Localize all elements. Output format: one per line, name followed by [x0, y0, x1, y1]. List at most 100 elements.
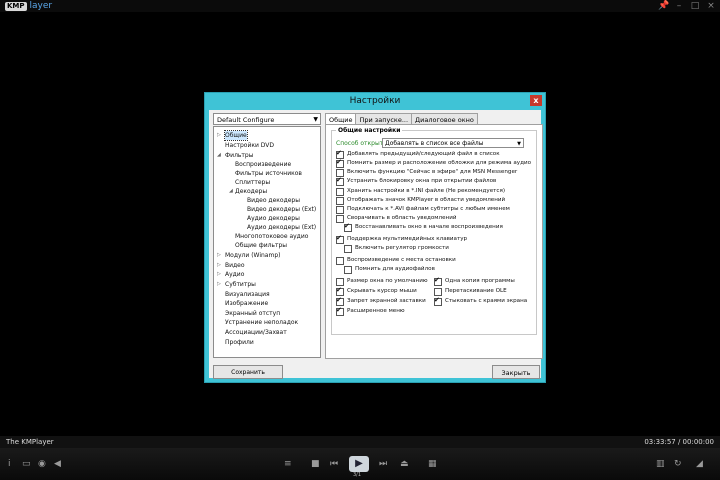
tree-item-filters[interactable]: Фильтры	[225, 151, 253, 160]
checkbox-default-window-size[interactable]: Размер окна по умолчанию	[336, 277, 428, 286]
play-button[interactable]: ▶	[349, 456, 369, 472]
dialog-close-button[interactable]: x	[530, 95, 542, 106]
expand-icon[interactable]: ▷	[217, 251, 221, 260]
expand-icon[interactable]: ▷	[217, 280, 221, 289]
close-button[interactable]: Закрыть	[492, 365, 540, 379]
dialog-title: Настройки	[349, 96, 401, 106]
tree-item-associations[interactable]: Ассоциации/Захват	[225, 328, 287, 337]
checkbox-avi-subtitles[interactable]: Подключать к *.AVI файлам субтитры с люб…	[336, 205, 510, 214]
repeat-icon[interactable]: ↻	[674, 458, 682, 470]
checkbox-box	[336, 187, 344, 196]
tree-item-decoders[interactable]: Декодеры	[235, 187, 267, 196]
chevron-down-icon: ▼	[313, 116, 318, 123]
checkbox-minimize-to-tray[interactable]: Сворачивать в область уведомлений	[336, 214, 456, 223]
previous-button[interactable]: ⏮	[330, 458, 338, 470]
dialog-body: Default Configure ▼ ▷ Общие Настройки DV…	[209, 110, 543, 390]
tree-item-profiles[interactable]: Профили	[225, 338, 254, 347]
subtitle-icon[interactable]: ▭	[22, 458, 31, 470]
tree-item-image[interactable]: Изображение	[225, 299, 268, 308]
checkbox-msn-now-playing[interactable]: Включить функцию "Сейчас в эфире" для MS…	[336, 168, 517, 177]
checkbox-remember-cover[interactable]: Помнить размер и расположение обложки дл…	[336, 158, 531, 168]
checkbox-multimedia-keys[interactable]: Поддержка мультимедийных клавиатур	[336, 234, 467, 244]
volume-icon[interactable]: ◀	[54, 458, 61, 470]
expand-icon[interactable]: ▷	[217, 270, 221, 279]
tree-item-multistream-audio[interactable]: Многопотоковое аудио	[235, 232, 308, 241]
maximize-button[interactable]: □	[690, 1, 700, 11]
next-button[interactable]: ⏭	[379, 458, 387, 470]
checkbox-label: Сворачивать в область уведомлений	[347, 215, 457, 221]
window-controls: 📌 – □ ×	[658, 1, 716, 11]
checkbox-box	[434, 287, 442, 296]
playlist-icon[interactable]: ≡	[284, 458, 292, 470]
tree-item-source-filters[interactable]: Фильтры источников	[235, 169, 302, 178]
capture-icon[interactable]: ◉	[38, 458, 46, 470]
collapse-icon[interactable]: ◢	[217, 151, 221, 160]
tree-item-playback[interactable]: Воспроизведение	[235, 160, 291, 169]
tree-item-audio[interactable]: Аудио	[225, 270, 244, 279]
tree-item-audio-decoders-ext[interactable]: Аудио декодеры (Ext)	[247, 223, 316, 232]
checkbox-ini-settings[interactable]: Хранить настройки в *.INI файле (Не реко…	[336, 187, 505, 196]
checkbox-restore-window[interactable]: Восстанавливать окно в начале воспроизве…	[344, 222, 503, 232]
checkbox-unlock-window[interactable]: Устранить блокировку окна при открытии ф…	[336, 176, 496, 186]
time-display: 03:33:57 / 00:00:00	[644, 438, 714, 446]
minimize-button[interactable]: –	[674, 1, 684, 11]
checkbox-label: Добавлять предыдущий/следующий файл в сп…	[347, 151, 500, 157]
checkbox-resume-playback[interactable]: Воспроизведение с места остановки	[336, 256, 456, 265]
collapse-icon[interactable]: ◢	[229, 187, 233, 196]
checkbox-hide-cursor[interactable]: Скрывать курсор мыши	[336, 286, 417, 296]
checkbox-label: Воспроизведение с места остановки	[347, 257, 456, 263]
status-bar: The KMPlayer 03:33:57 / 00:00:00	[0, 436, 720, 448]
checkbox-label: Размер окна по умолчанию	[347, 278, 428, 284]
checkbox-tray-icon[interactable]: Отображать значок KMPlayer в области уве…	[336, 196, 505, 205]
tree-item-common-filters[interactable]: Общие фильтры	[235, 241, 287, 250]
eject-button[interactable]: ⏏	[400, 458, 409, 470]
info-icon[interactable]: i	[8, 458, 11, 470]
status-title: The KMPlayer	[6, 438, 54, 446]
checkbox-label: Восстанавливать окно в начале воспроизве…	[355, 224, 503, 230]
settings-tree: ▷ Общие Настройки DVD ◢ Фильтры Воспроиз…	[213, 126, 321, 358]
preferences-icon[interactable]: ▥	[656, 458, 665, 470]
open-method-select[interactable]: Добавлять в список все файлы ▼	[382, 138, 524, 148]
expand-icon[interactable]: ▷	[217, 261, 221, 270]
save-settings-button[interactable]: Сохранить настройки...	[213, 365, 283, 390]
tree-item-audio-decoders[interactable]: Аудио декодеры	[247, 214, 300, 223]
checkbox-label: Помнить для аудиофайлов	[355, 266, 435, 272]
config-select[interactable]: Default Configure ▼	[213, 113, 321, 125]
checkbox-no-screensaver[interactable]: Запрет экранной заставки	[336, 296, 426, 306]
checkbox-box	[336, 196, 344, 205]
settings-icon[interactable]: ▦	[428, 458, 437, 470]
tree-item-video-decoders[interactable]: Видео декодеры	[247, 196, 300, 205]
stop-button[interactable]: ■	[311, 458, 320, 470]
general-panel: Общие настройки Способ открытия Добавлят…	[325, 124, 543, 359]
tree-item-splitters[interactable]: Сплиттеры	[235, 178, 270, 187]
checkbox-snap-edges[interactable]: Стыковать с краями экрана	[434, 296, 528, 306]
checkbox-add-prev-next[interactable]: Добавлять предыдущий/следующий файл в сп…	[336, 149, 500, 159]
control-bar: i ▭ ◉ ◀ ≡ ■ ⏮ ▶ 3/1 ⏭ ⏏ ▦ ▥ ↻ ◢	[0, 448, 720, 480]
checkbox-box	[336, 234, 344, 244]
checkbox-box	[336, 277, 344, 286]
tree-item-screen-margin[interactable]: Экранный отступ	[225, 309, 280, 318]
pin-icon[interactable]: 📌	[658, 1, 669, 11]
config-select-value: Default Configure	[217, 116, 275, 124]
tree-item-modules[interactable]: Модули (Winamp)	[225, 251, 280, 260]
checkbox-box	[336, 296, 344, 306]
checkbox-remember-audio[interactable]: Помнить для аудиофайлов	[344, 265, 435, 274]
expand-icon[interactable]: ▷	[217, 131, 221, 140]
tree-item-general[interactable]: Общие	[224, 130, 248, 141]
tree-item-dvd[interactable]: Настройки DVD	[225, 141, 274, 150]
tree-item-video[interactable]: Видео	[225, 261, 245, 270]
checkbox-box	[336, 176, 344, 186]
checkbox-single-instance[interactable]: Одна копия программы	[434, 276, 515, 286]
checkbox-label: Подключать к *.AVI файлам субтитры с люб…	[347, 206, 510, 212]
volume-slider-icon[interactable]: ◢	[696, 458, 703, 470]
tree-item-troubleshooting[interactable]: Устранение неполадок	[225, 318, 298, 327]
close-window-button[interactable]: ×	[706, 1, 716, 11]
checkbox-extended-menu[interactable]: Расширенное меню	[336, 306, 405, 316]
tree-item-video-decoders-ext[interactable]: Видео декодеры (Ext)	[247, 205, 316, 214]
tree-item-subtitles[interactable]: Субтитры	[225, 280, 256, 289]
app-logo: KMP layer	[5, 1, 52, 11]
tree-item-visualization[interactable]: Визуализация	[225, 290, 270, 299]
checkbox-volume-control[interactable]: Включить регулятор громкости	[344, 244, 449, 253]
checkbox-label: Стыковать с краями экрана	[445, 298, 528, 304]
checkbox-ole-drag[interactable]: Перетаскивание OLE	[434, 287, 507, 296]
